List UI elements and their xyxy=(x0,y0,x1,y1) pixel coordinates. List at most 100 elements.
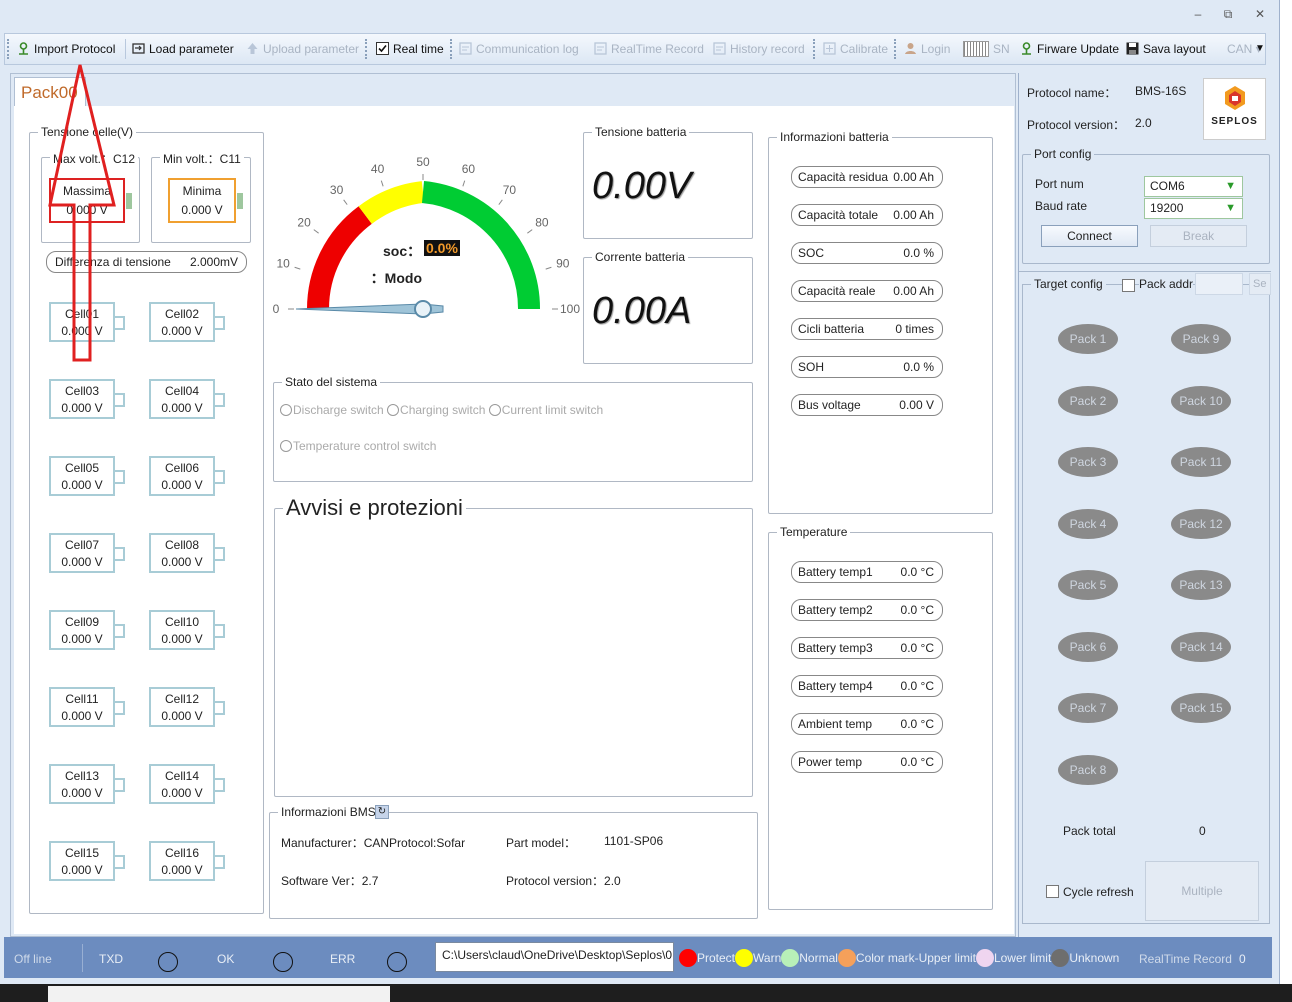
baud-rate-select[interactable]: 19200 ▼ xyxy=(1144,198,1243,219)
info-pill: Battery temp2 0.0 °C xyxy=(791,599,943,621)
cell-value: 0.000 V xyxy=(61,632,103,646)
info-pill-value: 0.00 Ah xyxy=(893,170,934,184)
save-layout-button[interactable]: Sava layout xyxy=(1126,34,1206,64)
cell-value: 0.000 V xyxy=(161,632,203,646)
connect-button[interactable]: Connect xyxy=(1041,225,1138,247)
login-button[interactable]: Login xyxy=(904,34,950,64)
charging-switch[interactable]: Charging switch xyxy=(387,403,485,417)
pack-button[interactable]: Pack 11 xyxy=(1171,447,1231,477)
legend-label: Protect xyxy=(697,951,736,965)
realtime-record-button[interactable]: RealTime Record xyxy=(594,34,704,64)
multiple-button[interactable]: Multiple xyxy=(1145,861,1259,921)
pack-button[interactable]: Pack 6 xyxy=(1058,631,1118,662)
real-time-label: Real time xyxy=(393,42,444,56)
cell-indicator: Cell09 0.000 V xyxy=(49,610,125,650)
cell-indicator: Cell05 0.000 V xyxy=(49,456,125,496)
load-parameter-label: Load parameter xyxy=(149,42,234,56)
upload-parameter-button[interactable]: Upload parameter xyxy=(246,34,359,64)
toolbar: Import Protocol Load parameter Upload pa… xyxy=(4,33,1266,65)
soc-value: 0.0% xyxy=(424,240,460,256)
checkbox-checked-icon xyxy=(376,42,389,55)
pack-button[interactable]: Pack 5 xyxy=(1058,570,1118,600)
pack-button[interactable]: Pack 14 xyxy=(1171,631,1231,662)
pack-button[interactable]: Pack 9 xyxy=(1171,324,1231,354)
min-volt-group: Min volt.：C11 Minima 0.000 V xyxy=(151,150,251,243)
gauge-tick xyxy=(380,180,384,187)
gauge-tick xyxy=(545,266,552,270)
cell-name: Cell07 xyxy=(64,538,100,552)
toolbar-grip xyxy=(894,39,898,59)
port-num-value: COM6 xyxy=(1150,179,1185,193)
pack-button[interactable]: Pack 2 xyxy=(1058,385,1118,416)
info-pill-value: 0.0 °C xyxy=(900,641,934,655)
legend-dot-icon xyxy=(1051,949,1070,967)
file-path-field[interactable]: C:\Users\claud\OneDrive\Desktop\Seplos\0 xyxy=(435,942,674,972)
checkbox-icon xyxy=(1046,885,1059,898)
minimize-icon[interactable]: – xyxy=(1190,7,1206,21)
software-version: Software Ver：2.7 xyxy=(281,874,379,888)
cell-name: Cell04 xyxy=(164,384,200,398)
info-pill-label: Power temp xyxy=(798,755,863,769)
refresh-icon[interactable]: ↻ xyxy=(375,805,389,819)
gauge-tick-label: 30 xyxy=(330,183,344,197)
pack-button[interactable]: Pack 10 xyxy=(1171,385,1231,416)
close-icon[interactable]: ✕ xyxy=(1252,7,1268,21)
info-pill-label: SOC xyxy=(798,246,825,260)
current-limit-switch-label: Current limit switch xyxy=(501,403,604,417)
cell-indicator: Cell08 0.000 V xyxy=(149,533,225,573)
save-layout-label: Sava layout xyxy=(1143,42,1206,56)
calibrate-button[interactable]: Calibrate xyxy=(823,34,888,64)
temperature-control-switch[interactable]: Temperature control switch xyxy=(280,439,436,453)
toolbar-grip[interactable] xyxy=(7,39,11,59)
battery-tip xyxy=(115,778,125,792)
pack-button[interactable]: Pack 3 xyxy=(1058,447,1118,477)
battery-current-label: Corrente batteria xyxy=(592,250,689,264)
firmware-update-button[interactable]: Firware Update xyxy=(1020,34,1119,64)
err-label: ERR xyxy=(330,952,356,966)
pack-button[interactable]: Pack 1 xyxy=(1058,324,1118,354)
history-record-button[interactable]: History record xyxy=(713,34,805,64)
cell-indicator: Cell13 0.000 V xyxy=(49,764,125,804)
real-time-button[interactable]: Real time xyxy=(376,34,444,64)
cycle-refresh-checkbox[interactable]: Cycle refresh xyxy=(1046,885,1134,899)
pack-button[interactable]: Pack 7 xyxy=(1058,693,1118,723)
load-parameter-button[interactable]: Load parameter xyxy=(132,34,234,64)
discharge-switch[interactable]: Discharge switch xyxy=(280,403,384,417)
pack-button[interactable]: Pack 13 xyxy=(1171,570,1231,600)
communication-log-button[interactable]: Communication log xyxy=(459,34,579,64)
info-pill-value: 0.0 °C xyxy=(900,679,934,693)
system-state-label: Stato del sistema xyxy=(282,375,381,389)
pack-button[interactable]: Pack 15 xyxy=(1171,693,1231,723)
gauge-tick-label: 10 xyxy=(277,257,291,271)
warnings-group: Avvisi e protezioni xyxy=(274,495,753,797)
firmware-icon xyxy=(1022,42,1031,55)
info-pill-label: Capacità residua xyxy=(798,170,889,184)
min-volt-label: Min volt.：C11 xyxy=(160,150,244,167)
port-num-select[interactable]: COM6 ▼ xyxy=(1144,176,1243,197)
cell-value: 0.000 V xyxy=(61,401,103,415)
gauge-tick-label: 60 xyxy=(462,162,476,176)
current-limit-switch[interactable]: Current limit switch xyxy=(488,403,604,417)
pack-button[interactable]: Pack 8 xyxy=(1058,754,1118,785)
sn-button[interactable]: SN xyxy=(963,34,1010,64)
gauge-tick xyxy=(498,199,503,205)
cell-name: Cell09 xyxy=(64,615,100,629)
battery-voltage-label: Tensione batteria xyxy=(592,125,690,139)
system-state-group: Stato del sistema Discharge switch Charg… xyxy=(273,375,753,482)
info-pill-label: Bus voltage xyxy=(798,398,861,412)
pack-addr-input[interactable] xyxy=(1195,273,1243,295)
connection-status: Off line xyxy=(14,952,52,966)
restore-icon[interactable]: ⧉ xyxy=(1220,7,1236,21)
info-pill-value: 0.0 % xyxy=(903,360,934,374)
pack-button[interactable]: Pack 12 xyxy=(1171,508,1231,539)
sn-label: SN xyxy=(993,42,1010,56)
legend-item: Normal xyxy=(781,949,838,967)
pack-addr-set-button[interactable]: Se xyxy=(1249,273,1271,295)
toolbar-overflow-icon[interactable]: ▼ xyxy=(1255,34,1265,64)
discharge-switch-label: Discharge switch xyxy=(293,403,384,417)
break-button[interactable]: Break xyxy=(1150,225,1247,247)
pack-addr-checkbox[interactable] xyxy=(1122,279,1135,292)
legend-label: Warn xyxy=(753,951,782,965)
pack-button[interactable]: Pack 4 xyxy=(1058,508,1118,539)
info-pill-value: 0.0 % xyxy=(903,246,934,260)
